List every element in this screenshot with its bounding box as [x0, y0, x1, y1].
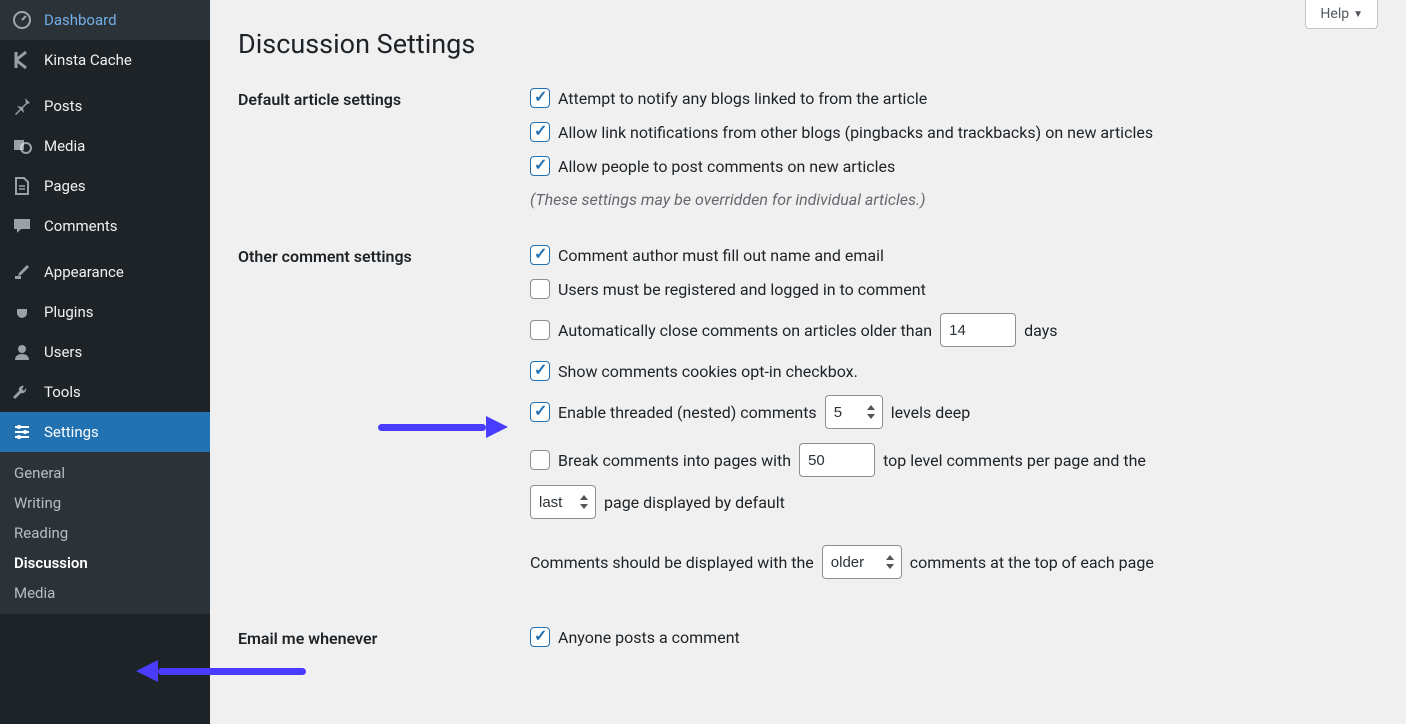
sidebar-item-media[interactable]: Media — [0, 126, 210, 166]
sidebar-item-label: Posts — [44, 97, 82, 115]
submenu-writing[interactable]: Writing — [0, 488, 210, 518]
checkbox-allow-pingbacks[interactable] — [530, 122, 550, 142]
page-title: Discussion Settings — [238, 28, 1378, 60]
checkbox-label: Users must be registered and logged in t… — [558, 280, 926, 299]
checkbox-notify-blogs[interactable] — [530, 88, 550, 108]
checkbox-anyone-posts[interactable] — [530, 627, 550, 647]
label-part: levels deep — [891, 403, 971, 422]
checkbox-allow-comments[interactable] — [530, 156, 550, 176]
sidebar-item-plugins[interactable]: Plugins — [0, 292, 210, 332]
pushpin-icon — [12, 96, 32, 116]
label-part: Automatically close comments on articles… — [558, 321, 932, 340]
input-close-days[interactable] — [940, 313, 1016, 347]
label-part: Break comments into pages with — [558, 451, 791, 470]
sidebar-item-label: Tools — [44, 383, 81, 401]
select-default-page[interactable] — [530, 485, 596, 519]
label-part: Enable threaded (nested) comments — [558, 403, 817, 422]
sidebar-item-tools[interactable]: Tools — [0, 372, 210, 412]
kinsta-icon — [12, 50, 32, 70]
checkbox-auto-close[interactable] — [530, 320, 550, 340]
sidebar-item-pages[interactable]: Pages — [0, 166, 210, 206]
users-icon — [12, 342, 32, 362]
checkbox-require-registered[interactable] — [530, 279, 550, 299]
checkbox-paginate[interactable] — [530, 450, 550, 470]
plug-icon — [12, 302, 32, 322]
sidebar-item-settings[interactable]: Settings — [0, 412, 210, 452]
sidebar-item-label: Users — [44, 343, 82, 361]
submenu-general[interactable]: General — [0, 458, 210, 488]
label-part: comments at the top of each page — [910, 553, 1154, 572]
submenu-reading[interactable]: Reading — [0, 518, 210, 548]
checkbox-label: Allow people to post comments on new art… — [558, 157, 895, 176]
select-thread-depth[interactable] — [825, 395, 883, 429]
checkbox-label: Comment author must fill out name and em… — [558, 246, 884, 265]
comment-icon — [12, 216, 32, 236]
override-note: (These settings may be overridden for in… — [530, 190, 926, 209]
annotation-arrow-discussion — [136, 662, 306, 682]
checkbox-label: Attempt to notify any blogs linked to fr… — [558, 89, 927, 108]
submenu-discussion[interactable]: Discussion — [0, 548, 210, 578]
input-comments-per-page[interactable] — [799, 443, 875, 477]
select-comment-order[interactable] — [822, 545, 902, 579]
checkbox-label: Show comments cookies opt-in checkbox. — [558, 362, 858, 381]
sidebar-item-label: Dashboard — [44, 11, 117, 29]
section-default-article: Default article settings Attempt to noti… — [238, 88, 1378, 223]
sidebar-item-label: Plugins — [44, 303, 93, 321]
media-icon — [12, 136, 32, 156]
section-email-whenever: Email me whenever Anyone posts a comment — [238, 627, 1378, 661]
admin-sidebar: Dashboard Kinsta Cache Posts Media Pages… — [0, 0, 210, 724]
checkbox-require-name-email[interactable] — [530, 245, 550, 265]
sidebar-item-users[interactable]: Users — [0, 332, 210, 372]
label-part: page displayed by default — [604, 493, 785, 512]
settings-submenu: General Writing Reading Discussion Media — [0, 452, 210, 614]
section-heading: Default article settings — [238, 88, 530, 223]
sidebar-item-appearance[interactable]: Appearance — [0, 252, 210, 292]
help-tab[interactable]: Help ▼ — [1305, 0, 1378, 29]
main-content: Help ▼ Discussion Settings Default artic… — [210, 0, 1406, 724]
checkbox-cookies-optin[interactable] — [530, 361, 550, 381]
sidebar-item-label: Comments — [44, 217, 118, 235]
sidebar-item-dashboard[interactable]: Dashboard — [0, 0, 210, 40]
submenu-media[interactable]: Media — [0, 578, 210, 608]
brush-icon — [12, 262, 32, 282]
sidebar-item-comments[interactable]: Comments — [0, 206, 210, 246]
checkbox-label: Allow link notifications from other blog… — [558, 123, 1153, 142]
sidebar-item-label: Settings — [44, 423, 99, 441]
sidebar-item-label: Pages — [44, 177, 86, 195]
page-icon — [12, 176, 32, 196]
chevron-down-icon: ▼ — [1353, 9, 1363, 20]
sidebar-item-posts[interactable]: Posts — [0, 86, 210, 126]
wrench-icon — [12, 382, 32, 402]
label-part: Comments should be displayed with the — [530, 553, 814, 572]
sliders-icon — [12, 422, 32, 442]
label-part: top level comments per page and the — [883, 451, 1146, 470]
help-label: Help — [1320, 6, 1349, 22]
sidebar-item-label: Appearance — [44, 263, 124, 281]
label-part: days — [1024, 321, 1057, 340]
sidebar-item-label: Kinsta Cache — [44, 51, 132, 69]
checkbox-label: Anyone posts a comment — [558, 628, 740, 647]
dashboard-icon — [12, 10, 32, 30]
annotation-arrow-cookies — [378, 418, 508, 436]
sidebar-item-label: Media — [44, 137, 85, 155]
checkbox-threaded[interactable] — [530, 402, 550, 422]
section-heading: Email me whenever — [238, 627, 530, 661]
sidebar-item-kinsta-cache[interactable]: Kinsta Cache — [0, 40, 210, 80]
